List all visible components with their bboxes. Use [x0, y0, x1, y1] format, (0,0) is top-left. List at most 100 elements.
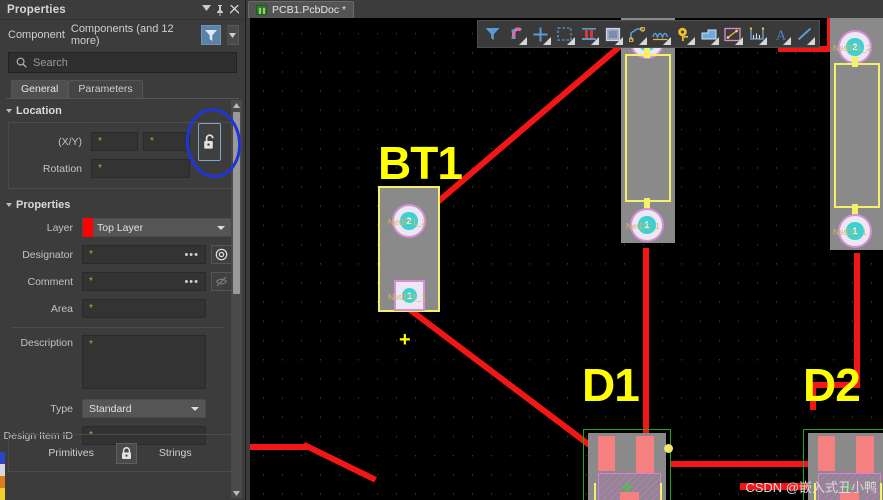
area-row: Area *	[0, 297, 232, 320]
designator-d2[interactable]: D2	[803, 358, 861, 412]
component-place-icon[interactable]	[577, 22, 600, 46]
layer-row: Layer Top Layer	[0, 216, 232, 239]
line-icon[interactable]	[793, 22, 816, 46]
search-input[interactable]	[33, 56, 229, 69]
net-track[interactable]	[643, 248, 649, 456]
differential-pair-icon[interactable]	[649, 22, 672, 46]
comment-row: Comment * •••	[0, 270, 232, 293]
object-type-label: Component	[8, 29, 65, 41]
description-value: *	[89, 339, 93, 350]
designator-label: Designator	[22, 248, 73, 261]
x-field[interactable]: *	[91, 132, 138, 151]
y-field[interactable]: *	[143, 132, 190, 151]
comment-visibility-button[interactable]	[211, 272, 232, 291]
tabs-underline	[6, 98, 239, 99]
primitives-lock-button[interactable]	[115, 442, 137, 464]
pin-icon[interactable]	[213, 3, 227, 17]
ruler-icon[interactable]	[745, 22, 768, 46]
xy-row: (X/Y) * *	[9, 122, 225, 161]
properties-scroll-area: Location (X/Y) * * Rotation * Properties…	[0, 100, 246, 452]
rotation-label: Rotation	[42, 162, 82, 175]
x-value: *	[98, 136, 102, 147]
properties-panel-header: Properties	[0, 0, 245, 20]
magnet-snap-icon[interactable]	[505, 22, 528, 46]
section-properties-title: Properties	[16, 199, 71, 211]
net-track[interactable]	[250, 444, 310, 450]
pcb-editor: PCB1.PcbDoc * BT1 2 NetBT1_2 1 NetBT1_1 …	[246, 0, 883, 500]
altium-pcb-editor-window: Properties Component Components (and 12 …	[0, 0, 883, 500]
polygon-pour-icon[interactable]	[601, 22, 624, 46]
location-lock-button[interactable]	[198, 122, 221, 161]
search-box[interactable]	[8, 52, 237, 73]
object-scope-row: Component Components (and 12 more)	[0, 20, 245, 50]
via-place-icon[interactable]	[673, 22, 696, 46]
chevron-down-icon	[6, 203, 12, 207]
tab-general[interactable]: General	[11, 80, 69, 98]
description-row: Description *	[0, 335, 232, 393]
smd-pad-d2-b[interactable]	[856, 436, 874, 476]
text-string-icon[interactable]: A	[769, 22, 792, 46]
origin-marker: +	[399, 329, 411, 351]
comment-more-icon[interactable]: •••	[184, 276, 199, 288]
area-field: *	[82, 299, 206, 318]
tab-parameters[interactable]: Parameters	[68, 80, 143, 98]
select-area-icon[interactable]	[553, 22, 576, 46]
rotation-value: *	[98, 163, 102, 174]
smd-pad-d2-a[interactable]	[818, 436, 835, 471]
comment-field[interactable]: * •••	[82, 272, 206, 291]
properties-scrollbar[interactable]	[231, 100, 242, 498]
layer-select[interactable]: Top Layer	[82, 218, 232, 237]
crosshair-place-icon[interactable]	[529, 22, 552, 46]
pad-right-1[interactable]: 1	[838, 214, 872, 248]
filter-button[interactable]	[201, 25, 222, 45]
lock-icon	[204, 133, 214, 149]
route-track-icon[interactable]	[625, 22, 648, 46]
pad-bt1-1[interactable]: 1	[394, 280, 425, 311]
area-label: Area	[50, 302, 73, 315]
location-group: (X/Y) * * Rotation *	[8, 122, 232, 189]
designator-visibility-button[interactable]	[211, 245, 232, 264]
document-tab-pcb1[interactable]: PCB1.PcbDoc *	[248, 1, 355, 18]
scroll-up-icon[interactable]	[231, 100, 242, 110]
description-field[interactable]: *	[82, 335, 206, 389]
panel-dropdown-icon[interactable]	[199, 3, 213, 17]
comment-value: *	[89, 276, 93, 287]
rotation-field[interactable]: *	[91, 159, 190, 178]
dimension-icon[interactable]	[721, 22, 744, 46]
fill-region-icon[interactable]	[697, 22, 720, 46]
pcb-active-bar: A	[477, 20, 820, 48]
designator-field[interactable]: * •••	[82, 245, 206, 264]
filter-dropdown-button[interactable]	[227, 25, 239, 45]
smd-pad-d1-b[interactable]	[636, 436, 654, 476]
pad-number: 1	[846, 222, 864, 240]
layer-label: Layer	[46, 221, 73, 234]
watermark-text: CSDN @嵌入式丑小鸭	[745, 480, 877, 495]
pad-number: 2	[400, 212, 418, 230]
document-tabbar: PCB1.PcbDoc *	[246, 0, 883, 18]
comment-label: Comment	[27, 275, 73, 288]
pad-mid-1[interactable]: 1	[630, 208, 664, 242]
type-select[interactable]: Standard	[82, 399, 206, 418]
designator-more-icon[interactable]: •••	[184, 249, 199, 261]
rotation-row: Rotation *	[9, 157, 225, 180]
pcb-canvas[interactable]: BT1 2 NetBT1_2 1 NetBT1_1 + 2 NetBT1_2 1	[250, 18, 883, 500]
designator-d1[interactable]: D1	[582, 358, 640, 412]
scrollbar-thumb[interactable]	[233, 112, 240, 294]
smd-pad-d1-c[interactable]	[620, 492, 639, 500]
properties-panel: Properties Component Components (and 12 …	[0, 0, 246, 500]
section-properties-header[interactable]: Properties	[0, 189, 246, 216]
pad-bt1-2[interactable]: 2	[392, 204, 426, 238]
layer-value: Top Layer	[97, 221, 144, 234]
eye-icon	[215, 248, 228, 261]
type-value: Standard	[89, 402, 132, 415]
filter-tool-icon[interactable]	[481, 22, 504, 46]
lock-icon	[121, 446, 131, 459]
type-label: Type	[50, 402, 73, 415]
smd-pad-d1-a[interactable]	[598, 436, 615, 471]
scroll-down-icon[interactable]	[231, 488, 242, 498]
pad-number: 2	[846, 38, 864, 56]
section-location-header[interactable]: Location	[0, 100, 246, 122]
close-icon[interactable]	[227, 3, 241, 17]
designator-bt1[interactable]: BT1	[378, 136, 463, 190]
y-value: *	[150, 136, 154, 147]
